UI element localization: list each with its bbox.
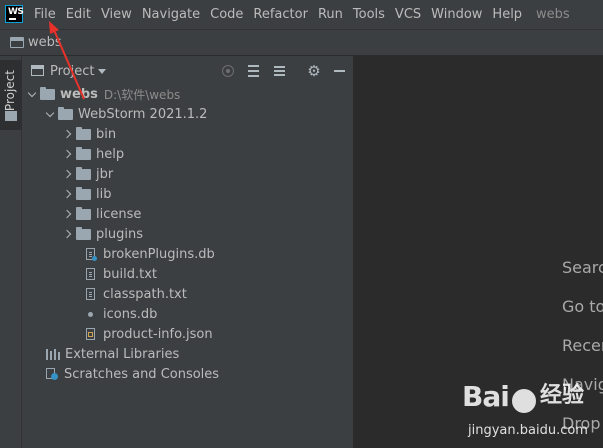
tree-label: webs bbox=[60, 86, 98, 102]
gear-icon[interactable]: ⚙ bbox=[306, 63, 322, 79]
tree-row-folder[interactable]: lib bbox=[62, 184, 111, 204]
menu-file[interactable]: File bbox=[34, 7, 56, 22]
tree-row-folder[interactable]: jbr bbox=[62, 164, 113, 184]
watermark-brand: 经验 bbox=[540, 383, 585, 408]
folder-icon bbox=[40, 86, 55, 100]
chevron-right-icon[interactable] bbox=[62, 224, 76, 244]
paw-icon bbox=[512, 389, 536, 413]
project-panel: Project ⚙ webs D:\软件\webs WebStorm 2021.… bbox=[22, 56, 354, 448]
chevron-right-icon[interactable] bbox=[62, 164, 76, 184]
left-tool-stripe: Project bbox=[0, 56, 22, 448]
tree-label: build.txt bbox=[103, 266, 157, 282]
folder-icon bbox=[76, 186, 91, 200]
project-panel-header: Project ⚙ bbox=[22, 56, 354, 86]
webstorm-logo-icon[interactable]: WS bbox=[5, 5, 24, 23]
folder-icon bbox=[76, 126, 91, 140]
menu-tools[interactable]: Tools bbox=[353, 7, 385, 22]
tree-row-file[interactable]: classpath.txt bbox=[84, 284, 187, 304]
folder-icon bbox=[76, 166, 91, 180]
folder-icon bbox=[5, 111, 17, 121]
tree-row-folder[interactable]: license bbox=[62, 204, 141, 224]
chevron-right-icon[interactable] bbox=[62, 184, 76, 204]
project-tool-tab[interactable]: Project bbox=[0, 60, 22, 130]
chevron-right-icon[interactable] bbox=[62, 204, 76, 224]
chevron-down-icon[interactable] bbox=[26, 84, 40, 104]
tree-row-file[interactable]: build.txt bbox=[84, 264, 157, 284]
library-icon bbox=[46, 348, 60, 360]
menu-code[interactable]: Code bbox=[210, 7, 243, 22]
menu-view[interactable]: View bbox=[101, 7, 132, 22]
expand-all-icon[interactable] bbox=[246, 63, 262, 79]
chevron-right-icon[interactable] bbox=[62, 144, 76, 164]
tree-row-file[interactable]: icons.db bbox=[84, 304, 157, 324]
menu-bar: WS File Edit View Navigate Code Refactor… bbox=[0, 0, 603, 29]
watermark-logo: Bai bbox=[462, 380, 510, 413]
tree-label: brokenPlugins.db bbox=[103, 246, 215, 262]
text-file-icon bbox=[86, 288, 95, 300]
tree-row-folder[interactable]: bin bbox=[62, 124, 116, 144]
tree-label: plugins bbox=[96, 226, 143, 242]
json-file-icon bbox=[86, 328, 95, 340]
menu-navigate[interactable]: Navigate bbox=[142, 7, 200, 22]
folder-icon bbox=[58, 106, 73, 120]
tree-row-webstorm[interactable]: WebStorm 2021.1.2 bbox=[44, 104, 207, 124]
tree-label: product-info.json bbox=[103, 326, 213, 342]
collapse-all-icon[interactable] bbox=[272, 63, 288, 79]
project-folder-icon bbox=[10, 37, 24, 48]
project-view-selector[interactable]: Project bbox=[50, 64, 94, 79]
tree-label: lib bbox=[96, 186, 112, 202]
tree-row-folder[interactable]: help bbox=[62, 144, 124, 164]
menu-help[interactable]: Help bbox=[492, 7, 522, 22]
database-file-icon bbox=[86, 248, 97, 261]
minimize-icon[interactable] bbox=[332, 63, 348, 79]
folder-icon bbox=[76, 206, 91, 220]
project-tool-tab-label: Project bbox=[3, 70, 17, 112]
tree-label: WebStorm 2021.1.2 bbox=[78, 106, 208, 122]
tree-row-file[interactable]: product-info.json bbox=[84, 324, 213, 344]
tree-row-folder[interactable]: plugins bbox=[62, 224, 143, 244]
locate-file-icon[interactable] bbox=[220, 63, 236, 79]
tree-label: jbr bbox=[96, 166, 114, 182]
navigation-bar: webs bbox=[0, 29, 603, 56]
main-menu: File Edit View Navigate Code Refactor Ru… bbox=[34, 0, 532, 29]
menu-window[interactable]: Window bbox=[431, 7, 482, 22]
tree-row-root[interactable]: webs D:\软件\webs bbox=[26, 84, 180, 104]
recent-files-hint: Recer bbox=[562, 336, 603, 355]
tree-label: license bbox=[96, 206, 142, 222]
chevron-down-icon[interactable] bbox=[44, 104, 58, 124]
tree-label: help bbox=[96, 146, 125, 162]
search-everywhere-hint: Searc bbox=[562, 258, 603, 277]
menu-vcs[interactable]: VCS bbox=[395, 7, 421, 22]
menu-edit[interactable]: Edit bbox=[66, 7, 91, 22]
menu-run[interactable]: Run bbox=[318, 7, 343, 22]
window-title: webs bbox=[536, 7, 570, 22]
tree-label: bin bbox=[96, 126, 117, 142]
breadcrumb-project[interactable]: webs bbox=[28, 35, 62, 50]
tree-label: Scratches and Consoles bbox=[64, 366, 220, 382]
chevron-down-icon[interactable] bbox=[98, 69, 106, 74]
watermark-url: jingyan.baidu.com bbox=[468, 423, 588, 438]
project-view-icon bbox=[31, 65, 44, 76]
chevron-right-icon[interactable] bbox=[62, 124, 76, 144]
tree-row-external-libraries[interactable]: External Libraries bbox=[46, 344, 179, 364]
unknown-file-icon bbox=[88, 311, 93, 317]
folder-icon bbox=[76, 226, 91, 240]
go-to-file-hint: Go to bbox=[562, 297, 603, 316]
baidu-watermark: Bai 经验 jingyan.baidu.com bbox=[462, 383, 603, 448]
tree-label: icons.db bbox=[103, 306, 158, 322]
scratches-icon bbox=[46, 367, 59, 381]
tree-label: External Libraries bbox=[65, 346, 180, 362]
tree-label: classpath.txt bbox=[103, 286, 187, 302]
tree-row-scratches[interactable]: Scratches and Consoles bbox=[46, 364, 219, 384]
folder-icon bbox=[76, 146, 91, 160]
tree-row-file[interactable]: brokenPlugins.db bbox=[84, 244, 215, 264]
text-file-icon bbox=[86, 268, 95, 280]
menu-refactor[interactable]: Refactor bbox=[253, 7, 308, 22]
tree-path: D:\软件\webs bbox=[103, 87, 181, 102]
